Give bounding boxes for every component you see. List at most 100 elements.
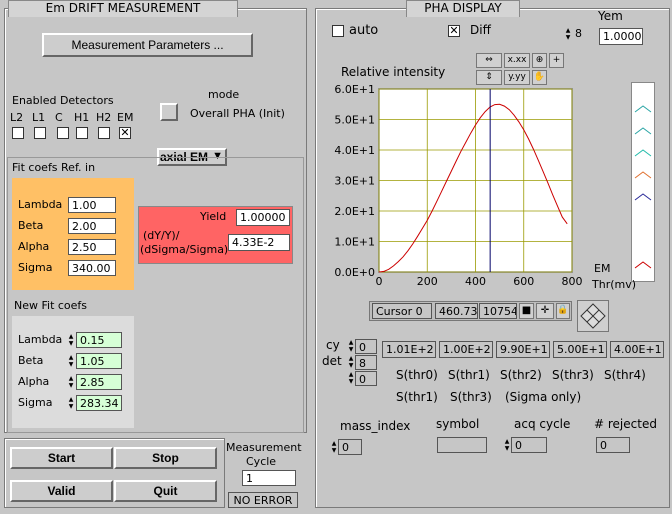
- ratio-label-1: (dY/Y)/: [143, 229, 180, 242]
- new-param-label: Lambda: [18, 333, 63, 346]
- new-param-field[interactable]: 2.85: [76, 374, 122, 390]
- threshold-value-field: 4.00E+1: [610, 341, 664, 358]
- detector-label: L1: [32, 111, 46, 124]
- new-param-label: Sigma: [18, 396, 53, 409]
- threshold-label: S(thr3): [552, 368, 594, 382]
- spin-arrows-icon[interactable]: ▲ ▼: [68, 396, 74, 410]
- left-panel-title: Em DRIFT MEASUREMENT: [8, 0, 238, 17]
- spin-arrows-icon[interactable]: ▲ ▼: [68, 375, 74, 389]
- ref-param-field[interactable]: 340.00: [68, 260, 116, 276]
- ref-param-label: Alpha: [18, 240, 50, 253]
- spin-value-field[interactable]: 8: [572, 26, 594, 42]
- threshold-label-2: S(thr1): [396, 390, 438, 404]
- symbol-label: symbol: [436, 417, 480, 431]
- detector-checkbox-l2[interactable]: [12, 127, 24, 139]
- lock-icon[interactable]: 🔒: [556, 303, 570, 319]
- x-scale-button[interactable]: x.xx: [504, 53, 530, 68]
- threshold-value-field: 9.90E+1: [496, 341, 550, 358]
- detector-checkbox-l1[interactable]: [34, 127, 46, 139]
- pha-chart[interactable]: 0 200 400 600 800 0.0E+0 1.0E+1 2.0E+1 3.0E+1 4.0…: [322, 80, 622, 300]
- rejected-field: 0: [596, 437, 630, 453]
- new-param-field[interactable]: 1.05: [76, 353, 122, 369]
- yem-label: Yem: [598, 9, 623, 23]
- quit-button[interactable]: Quit: [114, 480, 217, 502]
- ref-param-field[interactable]: 2.00: [68, 218, 116, 234]
- diamond-icon: [580, 303, 606, 329]
- cy-field[interactable]: 0: [355, 339, 377, 354]
- diff-checkbox[interactable]: ✕: [448, 25, 460, 37]
- legend-icon-3: [634, 149, 652, 157]
- measurement-cycle-label-2: Cycle: [246, 455, 277, 468]
- det-label: det: [322, 354, 342, 368]
- mode-label: mode: [208, 88, 240, 101]
- detector-label: EM: [117, 111, 134, 124]
- cursor-move-icon[interactable]: ✛: [536, 303, 554, 319]
- spin-arrows-icon[interactable]: ▲ ▼: [68, 354, 74, 368]
- acq-cycle-field[interactable]: 0: [511, 437, 547, 453]
- detector-checkbox-h2[interactable]: [98, 127, 110, 139]
- third-spin-icon[interactable]: ▲ ▼: [348, 371, 354, 385]
- mass-index-field[interactable]: 0: [338, 439, 362, 455]
- yield-field[interactable]: 1.00000: [236, 209, 290, 226]
- spin-arrows-icon[interactable]: ▲ ▼: [565, 27, 571, 41]
- threshold-label: S(thr4): [604, 368, 646, 382]
- legend-icon-1: [634, 105, 652, 113]
- detector-checkbox-c[interactable]: [57, 127, 69, 139]
- right-panel-title: PHA DISPLAY: [406, 0, 520, 17]
- new-param-field[interactable]: 0.15: [76, 332, 122, 348]
- spin-arrows-icon[interactable]: ▲ ▼: [68, 333, 74, 347]
- crosshair-icon[interactable]: +: [549, 53, 564, 68]
- acq-cycle-spin-icon[interactable]: ▲ ▼: [504, 438, 510, 452]
- threshold-label: S(thr1): [448, 368, 490, 382]
- threshold-label-2: (Sigma only): [505, 390, 582, 404]
- symbol-field[interactable]: [437, 437, 487, 453]
- threshold-value-field: 1.00E+2: [439, 341, 493, 358]
- ref-param-field[interactable]: 2.50: [68, 239, 116, 255]
- x-tick-label: 800: [562, 275, 583, 288]
- cursor-style-icon[interactable]: ■: [519, 303, 534, 319]
- mass-index-label: mass_index: [340, 419, 411, 433]
- yem-field[interactable]: 1.0000: [599, 28, 643, 45]
- legend-icon-2: [634, 127, 652, 135]
- x-tick-label: 200: [417, 275, 438, 288]
- legend-icons: [634, 105, 652, 269]
- mass-index-spin-icon[interactable]: ▲ ▼: [331, 440, 337, 454]
- y-tick-label: 2.0E+1: [334, 205, 375, 218]
- threshold-value-field: 1.01E+2: [382, 341, 436, 358]
- mode-toggle-button[interactable]: [160, 103, 178, 121]
- zoom-icon[interactable]: ⊕: [532, 53, 547, 68]
- third-field[interactable]: 0: [355, 371, 377, 386]
- det-field[interactable]: 8: [355, 355, 377, 370]
- stop-button[interactable]: Stop: [114, 447, 217, 469]
- yield-label: Yield: [200, 210, 227, 223]
- start-button[interactable]: Start: [10, 447, 113, 469]
- cy-spin-icon[interactable]: ▲ ▼: [348, 339, 354, 353]
- mode-value: Overall PHA (Init): [190, 107, 285, 120]
- detector-checkbox-em[interactable]: ✕: [119, 127, 131, 139]
- measurement-parameters-button[interactable]: Measurement Parameters ...: [42, 33, 253, 57]
- detector-label: C: [55, 111, 63, 124]
- ref-param-label: Sigma: [18, 261, 53, 274]
- measurement-cycle-label-1: Measurement: [226, 441, 302, 454]
- detector-label: H2: [96, 111, 112, 124]
- ref-param-field[interactable]: 1.00: [68, 197, 116, 213]
- det-spin-icon[interactable]: ▲ ▼: [348, 355, 354, 369]
- fit-coefs-ref-title: Fit coefs Ref. in: [12, 161, 96, 174]
- cursor-select[interactable]: Cursor 0: [372, 303, 432, 319]
- ratio-field[interactable]: 4.33E-2: [228, 234, 290, 251]
- cursor-nav-diamond[interactable]: [577, 300, 609, 332]
- y-tick-label: 4.0E+1: [334, 144, 375, 157]
- auto-checkbox[interactable]: [332, 25, 344, 37]
- zoom-x-button[interactable]: ⇔: [476, 53, 502, 68]
- measurement-cycle-field[interactable]: 1: [242, 470, 296, 486]
- y-tick-label: 1.0E+1: [334, 236, 375, 249]
- new-param-field[interactable]: 283.34: [76, 395, 122, 411]
- threshold-label-2: S(thr3): [450, 390, 492, 404]
- valid-button[interactable]: Valid: [10, 480, 113, 502]
- detector-label: H1: [74, 111, 90, 124]
- cursor-x-field: 460.73: [435, 303, 478, 319]
- threshold-value-field: 5.00E+1: [553, 341, 607, 358]
- detector-checkbox-h1[interactable]: [76, 127, 88, 139]
- auto-label: auto: [349, 23, 379, 38]
- legend-icon-5: [634, 193, 652, 201]
